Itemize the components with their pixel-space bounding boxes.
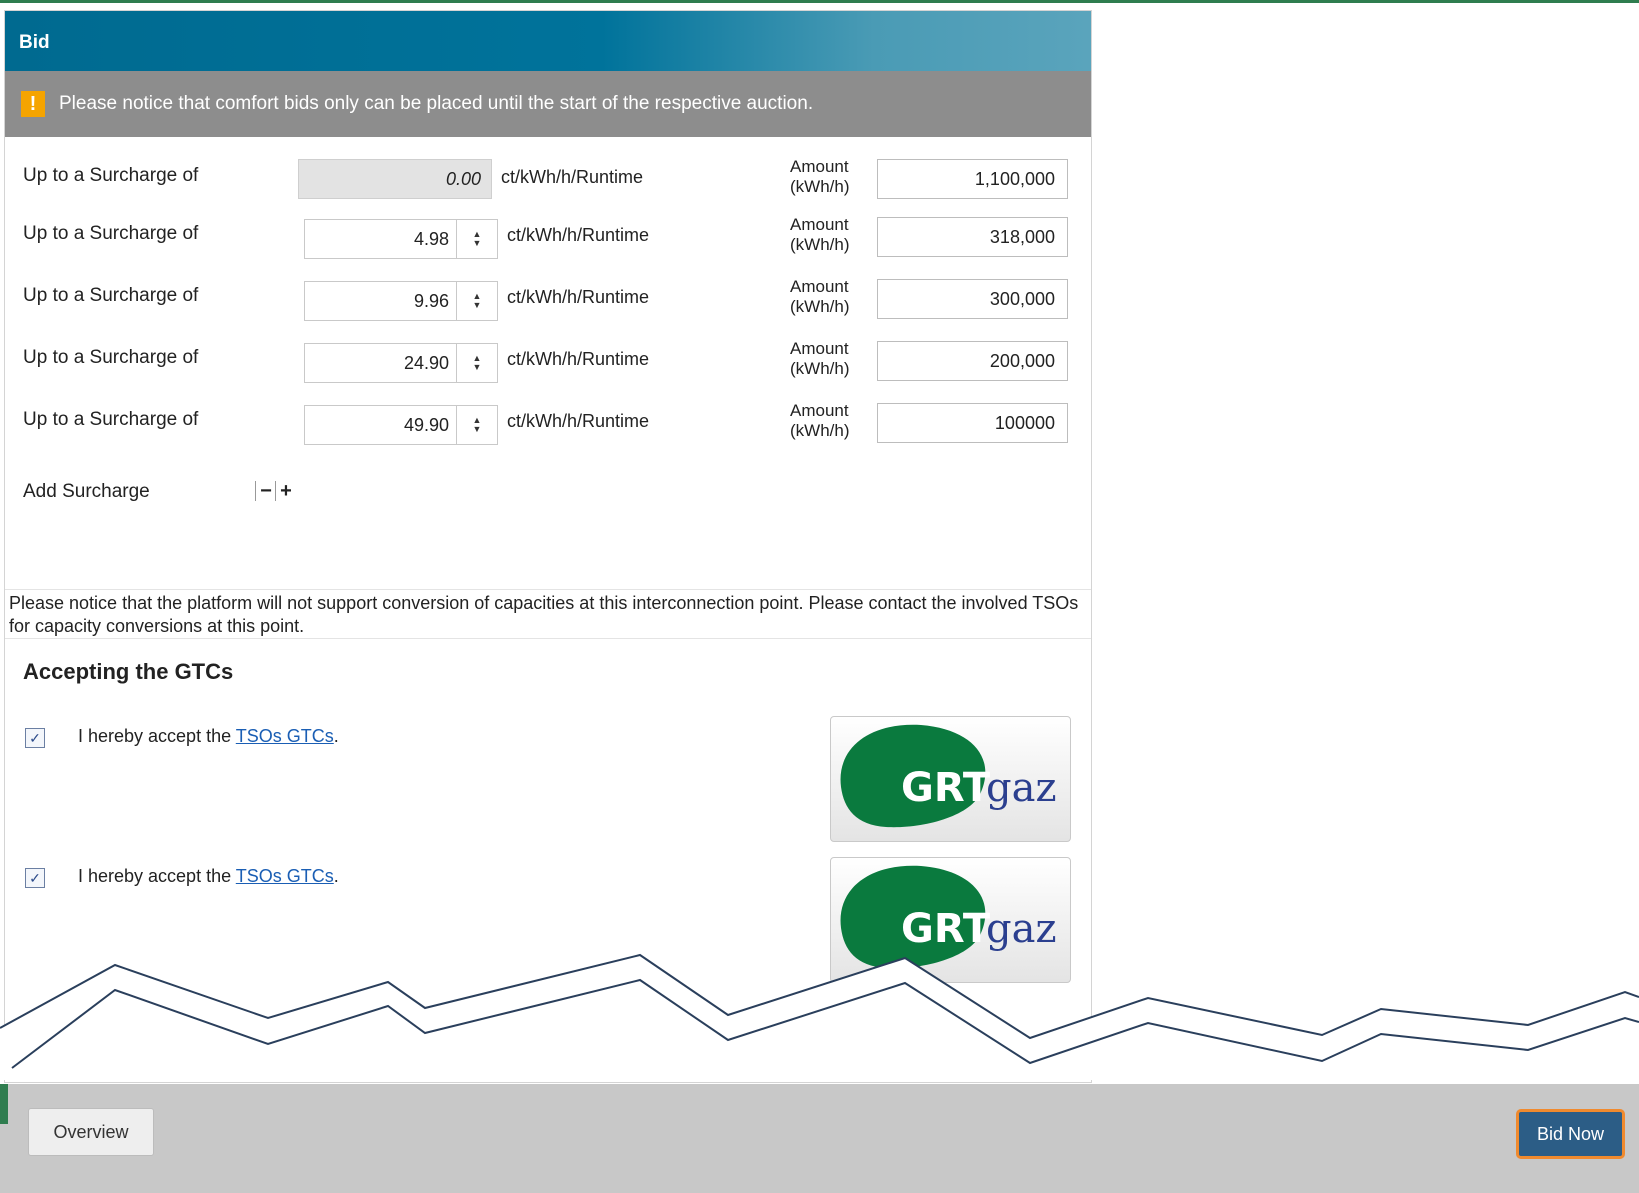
edge-decoration (0, 1084, 8, 1124)
unit-label: ct/kWh/h/Runtime (507, 287, 650, 307)
surcharge-value: 49.90 (403, 415, 449, 435)
amount-input[interactable]: 200,000 (877, 341, 1068, 381)
amount-label: Amount (kWh/h) (790, 401, 850, 440)
surcharge-label: Up to a Surcharge of (23, 165, 199, 186)
bid-now-button[interactable]: Bid Now (1516, 1109, 1625, 1159)
svg-text:GRT: GRT (901, 765, 991, 811)
gtc-section-title: Accepting the GTCs (23, 659, 234, 684)
amount-label: Amount (kWh/h) (790, 339, 850, 378)
surcharge-value: 9.96 (413, 291, 449, 311)
spinner-icon[interactable]: ▲ ▼ (456, 406, 497, 444)
surcharge-stepper[interactable]: 4.98 ▲ ▼ (304, 219, 498, 259)
spinner-icon[interactable]: ▲ ▼ (456, 282, 497, 320)
notice-bar: ! Please notice that comfort bids only c… (5, 71, 1091, 137)
top-accent-line (0, 0, 1639, 3)
grtgaz-logo-icon: GRT gaz (840, 724, 1057, 828)
surcharge-row: Up to a Surcharge of 49.90 ▲ ▼ ct/kWh/h/R… (5, 401, 1091, 457)
amount-input[interactable]: 100000 (877, 403, 1068, 443)
amount-label: Amount (kWh/h) (790, 157, 850, 196)
surcharge-stepper[interactable]: 24.90 ▲ ▼ (304, 343, 498, 383)
spinner-icon[interactable]: ▲ ▼ (456, 344, 497, 382)
surcharge-label: Up to a Surcharge of (23, 409, 199, 430)
tsos-gtcs-link[interactable]: TSOs GTCs (236, 866, 334, 886)
footer-bar: Overview Bid Now (0, 1084, 1639, 1193)
gtc-accept-text: I hereby accept the TSOs GTCs. (78, 726, 339, 746)
surcharge-row: Up to a Surcharge of 4.98 ▲ ▼ ct/kWh/h/Ru… (5, 215, 1091, 271)
surcharge-stepper[interactable]: 9.96 ▲ ▼ (304, 281, 498, 321)
surcharge-label: Up to a Surcharge of (23, 223, 199, 244)
gtc-accept-text: I hereby accept the TSOs GTCs. (78, 866, 339, 886)
gtc-checkbox[interactable]: ✓ (25, 868, 45, 888)
amount-input[interactable]: 1,100,000 (877, 159, 1068, 199)
bid-panel: Bid ! Please notice that comfort bids on… (4, 10, 1092, 1083)
tso-logo: GRT gaz (830, 716, 1071, 842)
unit-label: ct/kWh/h/Runtime (507, 349, 650, 369)
notice-text: Please notice that comfort bids only can… (59, 93, 814, 114)
tsos-gtcs-link[interactable]: TSOs GTCs (236, 726, 334, 746)
panel-title: Bid (5, 11, 1091, 71)
unit-label: ct/kWh/h/Runtime (501, 167, 644, 187)
conversion-notice: Please notice that the platform will not… (5, 589, 1091, 639)
amount-label: Amount (kWh/h) (790, 215, 850, 254)
surcharge-value: 4.98 (413, 229, 449, 249)
remove-surcharge-button[interactable]: − (255, 481, 276, 501)
add-surcharge-button[interactable]: + (275, 481, 296, 501)
spinner-icon[interactable]: ▲ ▼ (456, 220, 497, 258)
overview-button[interactable]: Overview (28, 1108, 154, 1156)
unit-label: ct/kWh/h/Runtime (507, 411, 650, 431)
surcharge-label: Up to a Surcharge of (23, 347, 199, 368)
surcharge-label: Up to a Surcharge of (23, 285, 199, 306)
svg-text:gaz: gaz (986, 765, 1057, 811)
surcharge-field-readonly: 0.00 (298, 159, 492, 199)
surcharge-row: Up to a Surcharge of 0.00 ct/kWh/h/Runti… (5, 157, 1091, 213)
surcharge-row: Up to a Surcharge of 9.96 ▲ ▼ ct/kWh/h/Ru… (5, 277, 1091, 333)
surcharge-value: 24.90 (403, 353, 449, 373)
add-surcharge-label: Add Surcharge (23, 481, 150, 502)
surcharge-row: Up to a Surcharge of 24.90 ▲ ▼ ct/kWh/h/R… (5, 339, 1091, 395)
unit-label: ct/kWh/h/Runtime (507, 225, 650, 245)
surcharge-stepper[interactable]: 49.90 ▲ ▼ (304, 405, 498, 445)
amount-label: Amount (kWh/h) (790, 277, 850, 316)
page-break-decoration (0, 953, 1639, 1080)
amount-input[interactable]: 318,000 (877, 217, 1068, 257)
amount-input[interactable]: 300,000 (877, 279, 1068, 319)
warning-icon: ! (21, 91, 45, 117)
gtc-checkbox[interactable]: ✓ (25, 728, 45, 748)
